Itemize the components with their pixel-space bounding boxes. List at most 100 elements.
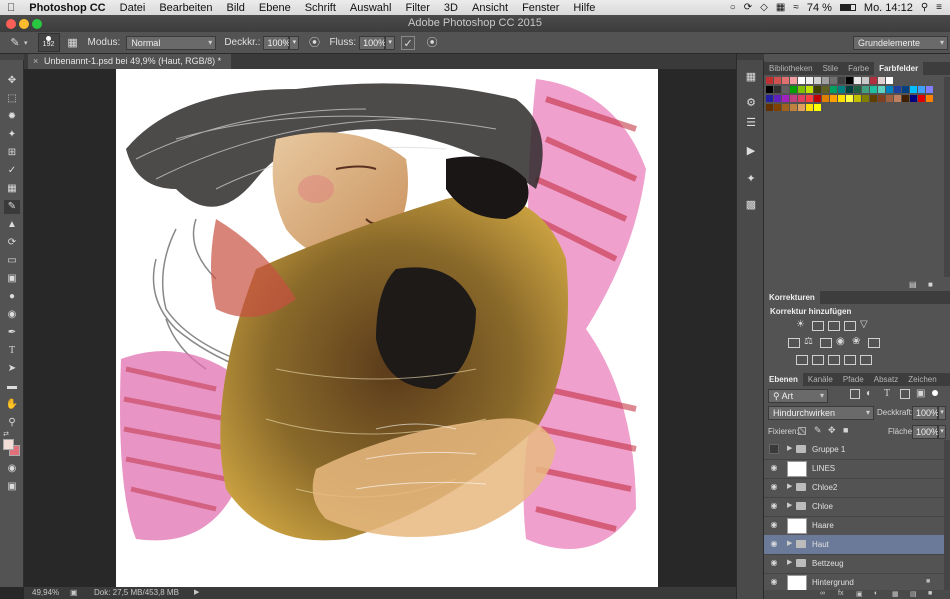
- sync-icon[interactable]: ⟳: [744, 2, 752, 13]
- quick-mask-icon[interactable]: ◉: [4, 462, 20, 476]
- properties-panel-icon[interactable]: ☰: [744, 116, 758, 130]
- eraser-tool-icon[interactable]: ▭: [4, 254, 20, 268]
- history-panel-icon[interactable]: ▦: [744, 70, 758, 84]
- swatch[interactable]: [854, 77, 861, 84]
- menu-ansicht[interactable]: Ansicht: [465, 2, 515, 14]
- document-canvas[interactable]: [116, 69, 658, 587]
- expand-group-icon[interactable]: ▶: [787, 444, 792, 454]
- swatch[interactable]: [902, 95, 909, 102]
- swatch[interactable]: [830, 77, 837, 84]
- history-brush-tool-icon[interactable]: ⟳: [4, 236, 20, 250]
- layer-row[interactable]: ◉ Hintergrund ■: [764, 573, 944, 590]
- swatch[interactable]: [838, 95, 845, 102]
- tab-korrekturen[interactable]: Korrekturen: [764, 291, 820, 304]
- swatch[interactable]: [918, 86, 925, 93]
- layer-row[interactable]: ◉ ▶ Chloe: [764, 497, 944, 517]
- swatch[interactable]: [782, 104, 789, 111]
- lasso-tool-icon[interactable]: ✹: [4, 110, 20, 124]
- visibility-eye-icon[interactable]: ◉: [769, 558, 779, 568]
- foreground-color-swatch[interactable]: [3, 439, 14, 450]
- pen-tool-icon[interactable]: ✒: [4, 326, 20, 340]
- layer-row[interactable]: ▶ Gruppe 1: [764, 440, 944, 460]
- document-tab[interactable]: × Unbenannt-1.psd bei 49,9% (Haut, RGB/8…: [28, 54, 232, 69]
- minimize-window-button[interactable]: [19, 19, 29, 29]
- swatch[interactable]: [870, 95, 877, 102]
- swatch[interactable]: [774, 104, 781, 111]
- swatch[interactable]: [782, 95, 789, 102]
- new-layer-icon[interactable]: ▤: [910, 590, 917, 598]
- expand-group-icon[interactable]: ▶: [787, 482, 792, 492]
- gradient-map-icon[interactable]: [860, 355, 872, 365]
- hue-saturation-icon[interactable]: [788, 338, 800, 348]
- new-adjustment-layer-icon[interactable]: ◐: [874, 590, 878, 597]
- tab-stile[interactable]: Stile: [818, 62, 844, 75]
- blur-tool-icon[interactable]: ●: [4, 290, 20, 304]
- swatch[interactable]: [862, 95, 869, 102]
- wifi-icon[interactable]: ≈: [793, 2, 799, 13]
- swatch[interactable]: [894, 86, 901, 93]
- brightness-contrast-icon[interactable]: ☀: [796, 319, 805, 330]
- canvas-area[interactable]: [24, 69, 736, 587]
- swatch[interactable]: [814, 77, 821, 84]
- tab-farbfelder[interactable]: Farbfelder: [874, 62, 924, 75]
- apple-menu-icon[interactable]: : [0, 2, 22, 14]
- flow-input[interactable]: 100%: [359, 35, 386, 50]
- swatch[interactable]: [894, 95, 901, 102]
- swatch[interactable]: [790, 95, 797, 102]
- layer-row[interactable]: ◉ Haare: [764, 516, 944, 536]
- swatch[interactable]: [782, 86, 789, 93]
- swatch[interactable]: [814, 86, 821, 93]
- layer-opacity-dropdown-icon[interactable]: ▾: [938, 406, 946, 420]
- list-icon[interactable]: ≡: [936, 2, 942, 13]
- photo-filter-icon[interactable]: ◉: [836, 336, 845, 347]
- new-group-icon[interactable]: ▦: [892, 590, 899, 598]
- flow-dropdown-icon[interactable]: ▾: [385, 35, 396, 50]
- tab-kanaele[interactable]: Kanäle: [803, 373, 838, 386]
- lock-position-icon[interactable]: ✥: [828, 425, 836, 436]
- swatch[interactable]: [822, 86, 829, 93]
- menu-datei[interactable]: Datei: [113, 2, 153, 14]
- eyedropper-tool-icon[interactable]: ✓: [4, 164, 20, 178]
- swatch[interactable]: [798, 95, 805, 102]
- visibility-eye-icon[interactable]: ◉: [769, 482, 779, 492]
- swatch[interactable]: [902, 86, 909, 93]
- crop-tool-icon[interactable]: ⊞: [4, 146, 20, 160]
- swatch[interactable]: [766, 104, 773, 111]
- swatch[interactable]: [830, 86, 837, 93]
- airbrush-icon[interactable]: ✓: [401, 35, 416, 50]
- menu-auswahl[interactable]: Auswahl: [343, 2, 399, 14]
- swatch[interactable]: [798, 104, 805, 111]
- swatch[interactable]: [878, 95, 885, 102]
- menu-schrift[interactable]: Schrift: [298, 2, 343, 14]
- swatch[interactable]: [854, 86, 861, 93]
- tab-pfade[interactable]: Pfade: [838, 373, 869, 386]
- layer-opacity-input[interactable]: 100%: [912, 406, 939, 420]
- expand-group-icon[interactable]: ▶: [787, 539, 792, 549]
- levels-icon[interactable]: [812, 321, 824, 331]
- swatch-grid[interactable]: [766, 77, 944, 117]
- search-icon[interactable]: ⚲: [921, 2, 928, 13]
- play-icon[interactable]: ▶: [744, 144, 758, 158]
- swatch[interactable]: [838, 77, 845, 84]
- swatch[interactable]: [782, 77, 789, 84]
- swatch[interactable]: [846, 86, 853, 93]
- swatch[interactable]: [774, 95, 781, 102]
- layer-style-icon[interactable]: fx: [838, 590, 843, 597]
- tab-farbe[interactable]: Farbe: [843, 62, 874, 75]
- swatch[interactable]: [822, 95, 829, 102]
- delete-layer-icon[interactable]: ■: [928, 590, 932, 597]
- zoom-level[interactable]: 49,94%: [32, 587, 59, 599]
- delete-swatch-icon[interactable]: ■: [928, 280, 933, 289]
- swatch[interactable]: [806, 104, 813, 111]
- shape-tool-icon[interactable]: ▬: [4, 380, 20, 394]
- swatch[interactable]: [790, 86, 797, 93]
- layer-row[interactable]: ◉ ▶ Bettzeug: [764, 554, 944, 574]
- selective-color-icon[interactable]: [844, 355, 856, 365]
- menu-hilfe[interactable]: Hilfe: [566, 2, 602, 14]
- swatch[interactable]: [886, 77, 893, 84]
- add-mask-icon[interactable]: ▣: [856, 590, 863, 598]
- swatch[interactable]: [846, 77, 853, 84]
- tab-absatz[interactable]: Absatz: [869, 373, 903, 386]
- vibrance-icon[interactable]: ▽: [860, 319, 868, 330]
- swatch[interactable]: [806, 77, 813, 84]
